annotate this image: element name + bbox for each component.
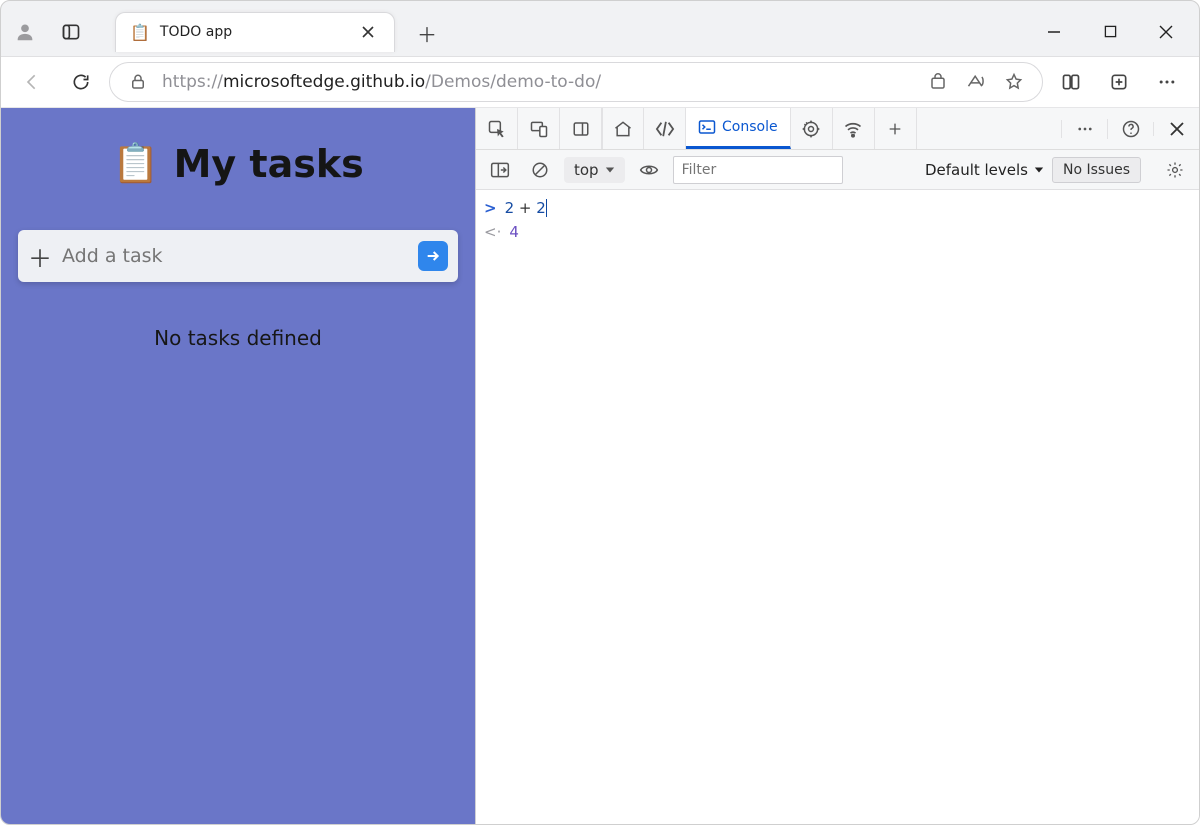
- clipboard-icon: 📋: [112, 141, 159, 186]
- devtools-more-icon[interactable]: [1061, 120, 1107, 138]
- network-tab-icon[interactable]: [833, 108, 875, 149]
- more-icon[interactable]: [1147, 62, 1187, 102]
- tab-actions-icon[interactable]: [55, 16, 87, 48]
- new-tab-button[interactable]: ＋: [409, 16, 445, 52]
- page-viewport: 📋 My tasks ＋ No tasks defined: [1, 108, 476, 824]
- address-bar[interactable]: https://microsoftedge.github.io/Demos/de…: [109, 62, 1043, 102]
- collections-icon[interactable]: [1099, 62, 1139, 102]
- devtools-close-button[interactable]: [1153, 122, 1199, 136]
- console-toolbar: top Default levels No Issues: [476, 150, 1199, 190]
- favorite-icon[interactable]: [1000, 68, 1028, 96]
- execution-context-selector[interactable]: top: [564, 157, 625, 183]
- read-aloud-icon[interactable]: [962, 68, 990, 96]
- issues-chip-label: No Issues: [1063, 162, 1130, 178]
- more-tabs-icon[interactable]: [875, 108, 917, 149]
- window-controls: [1029, 12, 1191, 52]
- refresh-button[interactable]: [61, 62, 101, 102]
- add-task-input[interactable]: [62, 245, 408, 267]
- toggle-sidebar-icon[interactable]: [484, 156, 516, 184]
- log-levels-label: Default levels: [925, 161, 1028, 179]
- add-task-row: ＋: [18, 230, 458, 282]
- tab-favicon-icon: 📋: [130, 23, 150, 42]
- tab-title: TODO app: [160, 24, 346, 40]
- content-area: 📋 My tasks ＋ No tasks defined: [1, 108, 1199, 824]
- console-tab[interactable]: Console: [686, 108, 791, 149]
- clear-console-icon[interactable]: [524, 156, 556, 184]
- minimize-button[interactable]: [1029, 12, 1079, 52]
- log-levels-selector[interactable]: Default levels: [925, 161, 1044, 179]
- tab-close-button[interactable]: [356, 20, 380, 44]
- device-emulation-icon[interactable]: [518, 108, 560, 149]
- live-expression-icon[interactable]: [633, 156, 665, 184]
- site-info-icon[interactable]: [124, 68, 152, 96]
- devtools-tabbar: Console: [476, 108, 1199, 150]
- console-settings-icon[interactable]: [1159, 156, 1191, 184]
- toolbar: https://microsoftedge.github.io/Demos/de…: [1, 56, 1199, 108]
- close-window-button[interactable]: [1141, 12, 1191, 52]
- console-tab-label: Console: [722, 119, 778, 135]
- add-task-submit-button[interactable]: [418, 241, 448, 271]
- split-screen-icon[interactable]: [1051, 62, 1091, 102]
- context-label: top: [574, 161, 599, 179]
- console-input-row: > 2 + 2: [484, 196, 1191, 220]
- profile-icon[interactable]: [9, 16, 41, 48]
- dock-side-icon[interactable]: [560, 108, 602, 149]
- maximize-button[interactable]: [1085, 12, 1135, 52]
- shopping-icon[interactable]: [924, 68, 952, 96]
- page-heading: My tasks: [174, 142, 364, 186]
- inspect-element-icon[interactable]: [476, 108, 518, 149]
- console-filter-input[interactable]: [673, 156, 843, 184]
- elements-tab-icon[interactable]: [644, 108, 686, 149]
- console-output-row: <· 4: [484, 220, 1191, 244]
- titlebar-left: [9, 16, 87, 48]
- devtools-help-icon[interactable]: [1107, 119, 1153, 139]
- empty-state-text: No tasks defined: [154, 326, 322, 350]
- console-output-icon: <·: [484, 220, 501, 244]
- issues-chip[interactable]: No Issues: [1052, 157, 1141, 183]
- welcome-tab-icon[interactable]: [602, 108, 644, 149]
- console-output[interactable]: > 2 + 2 <· 4: [476, 190, 1199, 824]
- sources-tab-icon[interactable]: [791, 108, 833, 149]
- devtools-panel: Console: [476, 108, 1199, 824]
- plus-icon: ＋: [28, 239, 52, 274]
- page-title: 📋 My tasks: [112, 141, 363, 186]
- browser-window: 📋 TODO app ＋: [0, 0, 1200, 825]
- console-input-text[interactable]: 2 + 2: [505, 196, 547, 220]
- console-prompt-icon: >: [484, 196, 497, 220]
- console-output-text: 4: [509, 220, 519, 244]
- back-button[interactable]: [13, 62, 53, 102]
- titlebar: 📋 TODO app ＋: [1, 1, 1199, 56]
- tab-strip: 📋 TODO app ＋: [115, 12, 445, 52]
- url-text: https://microsoftedge.github.io/Demos/de…: [162, 72, 914, 92]
- browser-tab[interactable]: 📋 TODO app: [115, 12, 395, 52]
- todo-app: 📋 My tasks ＋ No tasks defined: [8, 115, 468, 824]
